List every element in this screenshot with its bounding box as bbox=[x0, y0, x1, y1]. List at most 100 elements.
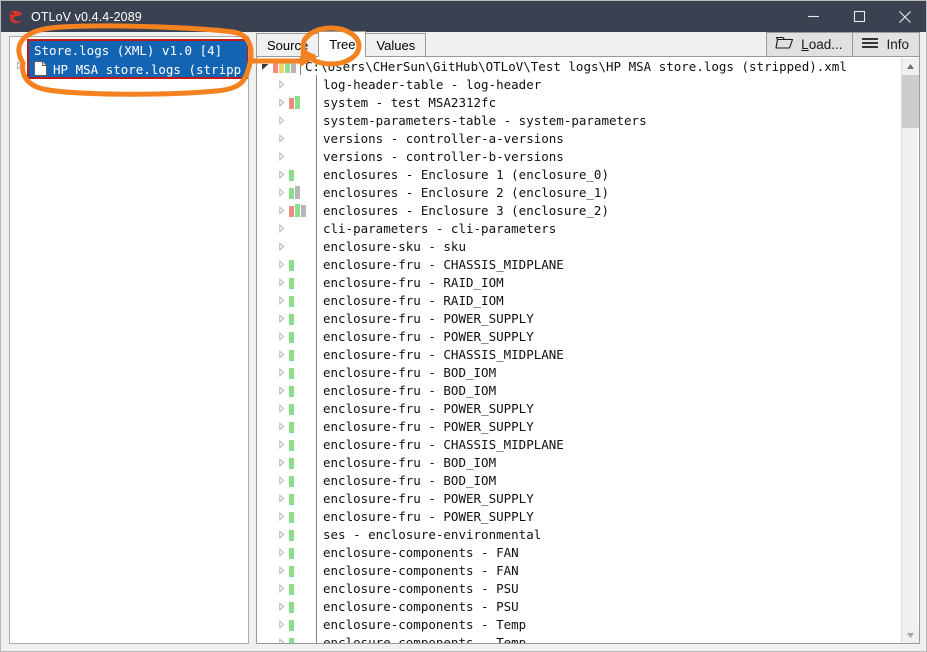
tree-node[interactable]: enclosure-components - Temp bbox=[257, 633, 903, 643]
xml-tree-view[interactable]: C:\Users\CHerSun\GitHub\OTLoV\Test logs\… bbox=[256, 56, 920, 644]
tree-node[interactable]: enclosure-fru - RAID_IOM bbox=[257, 291, 903, 309]
tree-node[interactable]: enclosure-fru - POWER_SUPPLY bbox=[257, 309, 903, 327]
expand-triangle-icon[interactable] bbox=[273, 313, 289, 323]
expand-triangle-icon[interactable] bbox=[273, 529, 289, 539]
expand-triangle-icon[interactable] bbox=[273, 385, 289, 395]
expand-triangle-icon[interactable] bbox=[273, 601, 289, 611]
otlov-main-window: OTLoV v0.4.4-2089 Store.logs (XML) v1.0 … bbox=[0, 0, 927, 652]
tree-node[interactable]: enclosure-fru - CHASSIS_MIDPLANE bbox=[257, 345, 903, 363]
expand-triangle-icon[interactable] bbox=[273, 97, 289, 107]
maximize-button[interactable] bbox=[836, 1, 882, 32]
tree-node[interactable]: enclosure-fru - POWER_SUPPLY bbox=[257, 417, 903, 435]
tree-node[interactable]: log-header-table - log-header bbox=[257, 75, 903, 93]
chevron-right-icon[interactable] bbox=[12, 55, 26, 75]
expand-triangle-icon[interactable] bbox=[273, 205, 289, 215]
expand-triangle-icon[interactable] bbox=[273, 169, 289, 179]
tree-node[interactable]: enclosure-components - PSU bbox=[257, 579, 903, 597]
tree-node[interactable]: system-parameters-table - system-paramet… bbox=[257, 111, 903, 129]
expand-triangle-icon[interactable] bbox=[273, 115, 289, 125]
tab-source[interactable]: Source bbox=[256, 33, 320, 57]
expand-triangle-icon[interactable] bbox=[273, 241, 289, 251]
expand-triangle-icon[interactable] bbox=[273, 331, 289, 341]
close-button[interactable] bbox=[882, 1, 926, 32]
collapse-triangle-icon[interactable] bbox=[257, 62, 273, 71]
expand-triangle-icon[interactable] bbox=[273, 259, 289, 269]
expand-triangle-icon[interactable] bbox=[273, 349, 289, 359]
load-button[interactable]: Load... bbox=[766, 32, 854, 57]
status-bars bbox=[289, 507, 315, 525]
expand-triangle-icon[interactable] bbox=[273, 511, 289, 521]
expand-triangle-icon[interactable] bbox=[273, 151, 289, 161]
tree-node[interactable]: enclosure-components - PSU bbox=[257, 597, 903, 615]
expand-triangle-icon[interactable] bbox=[273, 295, 289, 305]
tree-node[interactable]: enclosures - Enclosure 3 (enclosure_2) bbox=[257, 201, 903, 219]
expand-triangle-icon[interactable] bbox=[273, 421, 289, 431]
tree-node-label: enclosure-fru - CHASSIS_MIDPLANE bbox=[323, 436, 564, 452]
expand-triangle-icon[interactable] bbox=[273, 619, 289, 629]
tree-node[interactable]: versions - controller-b-versions bbox=[257, 147, 903, 165]
tab-values[interactable]: Values bbox=[365, 33, 427, 57]
tree-node[interactable]: enclosure-components - FAN bbox=[257, 561, 903, 579]
tree-node[interactable]: versions - controller-a-versions bbox=[257, 129, 903, 147]
expand-triangle-icon[interactable] bbox=[273, 79, 289, 89]
tree-node-label: versions - controller-a-versions bbox=[323, 130, 564, 146]
status-bar-segment bbox=[289, 404, 294, 415]
status-bar-segment bbox=[289, 548, 294, 559]
expand-triangle-icon[interactable] bbox=[273, 367, 289, 377]
status-bar-segment bbox=[289, 530, 294, 541]
tree-node[interactable]: enclosure-components - FAN bbox=[257, 543, 903, 561]
expand-triangle-icon[interactable] bbox=[273, 493, 289, 503]
tree-node-label: enclosure-fru - RAID_IOM bbox=[323, 292, 504, 308]
tree-node-label: enclosure-fru - BOD_IOM bbox=[323, 454, 497, 470]
tree-node[interactable]: system - test MSA2312fc bbox=[257, 93, 903, 111]
tree-node[interactable]: enclosure-fru - POWER_SUPPLY bbox=[257, 489, 903, 507]
scroll-up-arrow-icon[interactable] bbox=[902, 58, 919, 75]
expand-triangle-icon[interactable] bbox=[273, 565, 289, 575]
tree-node-label: enclosure-fru - POWER_SUPPLY bbox=[323, 310, 534, 326]
expand-triangle-icon[interactable] bbox=[273, 223, 289, 233]
log-file-item[interactable]: HP MSA store.logs (stripp bbox=[29, 60, 247, 77]
expand-triangle-icon[interactable] bbox=[273, 403, 289, 413]
minimize-button[interactable] bbox=[790, 1, 836, 32]
expand-triangle-icon[interactable] bbox=[273, 583, 289, 593]
tree-node[interactable]: enclosure-fru - CHASSIS_MIDPLANE bbox=[257, 435, 903, 453]
expand-triangle-icon[interactable] bbox=[273, 475, 289, 485]
tree-node[interactable]: enclosure-components - Temp bbox=[257, 615, 903, 633]
status-bars bbox=[289, 129, 315, 147]
tree-node[interactable]: enclosure-fru - BOD_IOM bbox=[257, 363, 903, 381]
tree-node-label: enclosure-sku - sku bbox=[323, 238, 466, 254]
log-list-panel[interactable]: Store.logs (XML) v1.0 [4] HP MSA store.l… bbox=[9, 36, 249, 644]
tree-node[interactable]: cli-parameters - cli-parameters bbox=[257, 219, 903, 237]
selected-log-group[interactable]: Store.logs (XML) v1.0 [4] HP MSA store.l… bbox=[27, 39, 248, 79]
info-button[interactable]: Info bbox=[852, 32, 920, 57]
tree-node[interactable]: enclosure-fru - POWER_SUPPLY bbox=[257, 327, 903, 345]
scroll-down-arrow-icon[interactable] bbox=[902, 627, 919, 643]
tree-node[interactable]: enclosure-fru - CHASSIS_MIDPLANE bbox=[257, 255, 903, 273]
expand-triangle-icon[interactable] bbox=[273, 457, 289, 467]
expand-triangle-icon[interactable] bbox=[273, 439, 289, 449]
expand-triangle-icon[interactable] bbox=[273, 277, 289, 287]
tree-node[interactable]: enclosure-fru - BOD_IOM bbox=[257, 381, 903, 399]
expand-triangle-icon[interactable] bbox=[273, 637, 289, 643]
status-bars bbox=[289, 363, 315, 381]
expand-triangle-icon[interactable] bbox=[273, 547, 289, 557]
scrollbar-thumb[interactable] bbox=[902, 75, 919, 128]
tree-root-node[interactable]: C:\Users\CHerSun\GitHub\OTLoV\Test logs\… bbox=[257, 57, 903, 75]
tree-node[interactable]: enclosure-fru - RAID_IOM bbox=[257, 273, 903, 291]
tree-node-label: enclosure-fru - BOD_IOM bbox=[323, 382, 497, 398]
tab-tree[interactable]: Tree bbox=[318, 31, 367, 57]
tree-node[interactable]: enclosure-fru - BOD_IOM bbox=[257, 471, 903, 489]
tree-node[interactable]: enclosure-fru - POWER_SUPPLY bbox=[257, 399, 903, 417]
status-bar-segment bbox=[289, 368, 294, 379]
tree-node[interactable]: ses - enclosure-environmental bbox=[257, 525, 903, 543]
status-bar-segment bbox=[291, 63, 296, 73]
tree-node[interactable]: enclosures - Enclosure 2 (enclosure_1) bbox=[257, 183, 903, 201]
tree-node[interactable]: enclosure-sku - sku bbox=[257, 237, 903, 255]
tree-vertical-scrollbar[interactable] bbox=[901, 58, 919, 643]
expand-triangle-icon[interactable] bbox=[273, 187, 289, 197]
tree-node[interactable]: enclosure-fru - BOD_IOM bbox=[257, 453, 903, 471]
tree-node[interactable]: enclosure-fru - POWER_SUPPLY bbox=[257, 507, 903, 525]
tree-node-label: enclosure-fru - BOD_IOM bbox=[323, 364, 497, 380]
expand-triangle-icon[interactable] bbox=[273, 133, 289, 143]
tree-node[interactable]: enclosures - Enclosure 1 (enclosure_0) bbox=[257, 165, 903, 183]
